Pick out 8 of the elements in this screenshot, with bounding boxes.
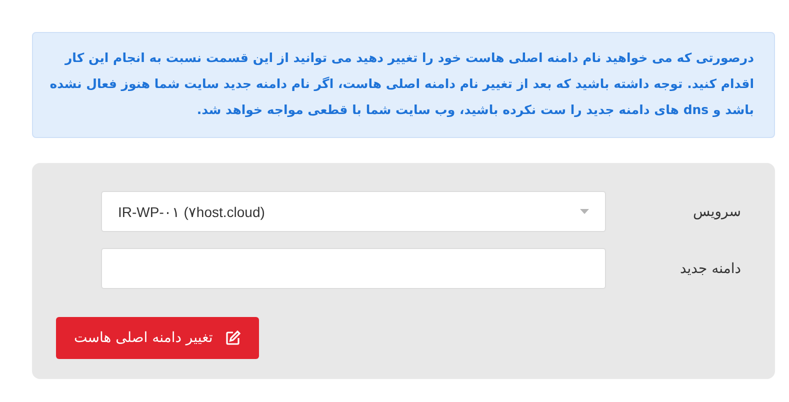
domain-input[interactable] [101,248,606,289]
field-label: سرویس [692,204,742,220]
edit-icon [224,330,241,346]
field-label: دامنه جدید [678,260,742,276]
caret-icon [580,209,589,214]
info-alert: درصورتی که می خواهید نام دامنه اصلی هاست خود را تغییر دهید می توانید از این قسمت نسبت به انجام این کار اقدام کنید. توجه داشته باشید که بعد از تغییر نام دامنه اصلی هاست، اگر نام دامنه جدید سایت شما هنوز فعال نشده باشد و dns های دامنه جدید را ست نکرده باشید، وب سایت شما با قطعی مواجه خواهد شد. [32,32,775,138]
service-select[interactable]: IR-WP-۰۱ (۷host.cloud) [101,191,606,232]
change-domain-button[interactable]: تغییر دامنه اصلی هاست [56,317,259,359]
